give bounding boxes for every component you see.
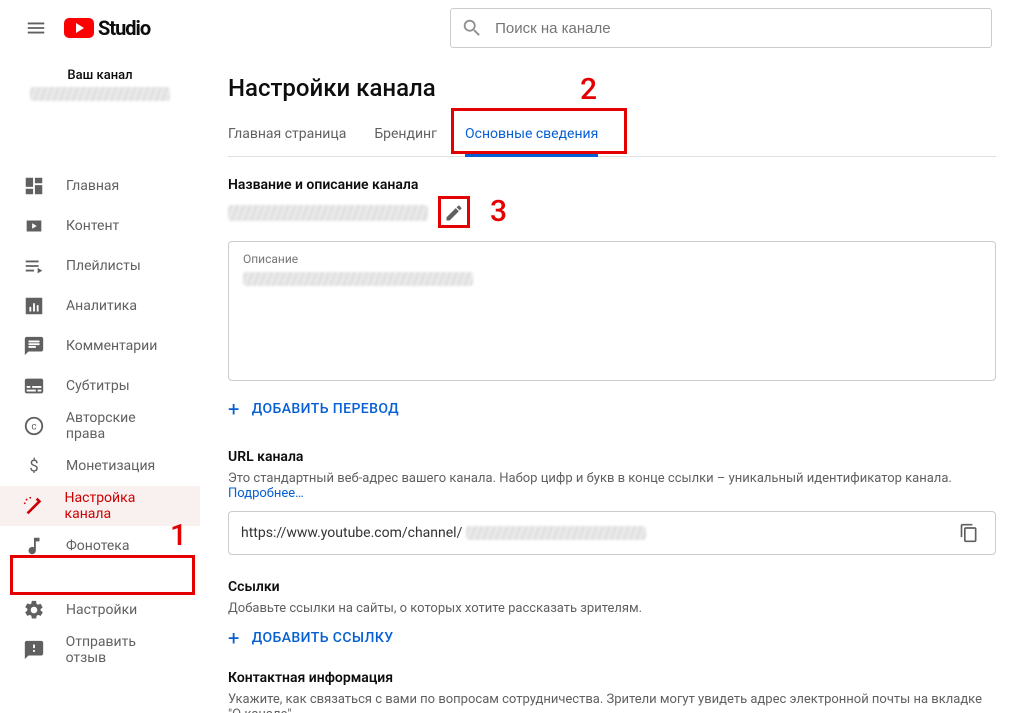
- content-icon: [22, 214, 46, 238]
- sidebar-item-playlists[interactable]: Плейлисты: [0, 246, 200, 286]
- sidebar-item-settings[interactable]: Настройки: [0, 590, 200, 630]
- sidebar-item-label: Плейлисты: [66, 258, 141, 274]
- settings-icon: [22, 598, 46, 622]
- channel-label: Ваш канал: [0, 68, 200, 83]
- logo-text: Studio: [98, 16, 150, 40]
- channel-url-box: https://www.youtube.com/channel/: [228, 511, 996, 555]
- links-section-title: Ссылки: [228, 579, 996, 595]
- learn-more-link[interactable]: Подробнее…: [228, 486, 304, 501]
- tab-branding[interactable]: Брендинг: [374, 116, 437, 156]
- page-title: Настройки канала: [228, 74, 996, 102]
- description-redacted: [243, 272, 473, 286]
- monetization-icon: $: [22, 454, 46, 478]
- svg-text:c: c: [31, 422, 36, 433]
- tab-layout[interactable]: Главная страница: [228, 116, 346, 156]
- sidebar-item-label: Комментарии: [66, 338, 157, 354]
- channel-name-redacted: [228, 205, 428, 221]
- sidebar-item-label: Монетизация: [66, 458, 155, 474]
- sidebar-item-audio-library[interactable]: Фонотека: [0, 526, 200, 566]
- links-subtext: Добавьте ссылки на сайты, о которых хоти…: [228, 601, 996, 616]
- comments-icon: [22, 334, 46, 358]
- url-section-title: URL канала: [228, 449, 996, 465]
- links-section: Ссылки Добавьте ссылки на сайты, о котор…: [228, 579, 996, 650]
- channel-name-redacted: [30, 87, 170, 101]
- add-translation-button[interactable]: + ДОБАВИТЬ ПЕРЕВОД: [228, 397, 996, 421]
- sidebar-item-label: Авторские права: [66, 410, 178, 442]
- youtube-play-icon: [64, 18, 94, 38]
- url-subtext: Это стандартный веб-адрес вашего канала.…: [228, 471, 996, 501]
- channel-url-redacted: [466, 526, 646, 540]
- channel-url-prefix: https://www.youtube.com/channel/: [241, 525, 462, 541]
- sidebar: Ваш канал Главная Контент Плейлисты Анал…: [0, 56, 200, 713]
- channel-header: Ваш канал: [0, 56, 200, 101]
- sidebar-item-analytics[interactable]: Аналитика: [0, 286, 200, 326]
- sidebar-item-content[interactable]: Контент: [0, 206, 200, 246]
- pencil-icon: [444, 203, 464, 223]
- svg-text:$: $: [29, 458, 38, 477]
- sidebar-item-label: Контент: [66, 218, 119, 234]
- description-box[interactable]: Описание: [228, 241, 996, 381]
- audio-icon: [22, 534, 46, 558]
- url-section: URL канала Это стандартный веб-адрес ваш…: [228, 449, 996, 555]
- sidebar-item-copyright[interactable]: c Авторские права: [0, 406, 200, 446]
- search-input[interactable]: [495, 20, 981, 37]
- subtitles-icon: [22, 374, 46, 398]
- tab-basic-info[interactable]: Основные сведения: [465, 116, 598, 156]
- name-description-section: Название и описание канала Описание + ДО…: [228, 177, 996, 421]
- contact-section: Контактная информация Укажите, как связа…: [228, 670, 996, 713]
- sidebar-item-customization[interactable]: Настройка канала: [0, 486, 200, 526]
- sidebar-item-dashboard[interactable]: Главная: [0, 166, 200, 206]
- hamburger-icon: [25, 17, 47, 39]
- sidebar-item-label: Настройки: [66, 602, 137, 618]
- analytics-icon: [22, 294, 46, 318]
- sidebar-item-feedback[interactable]: Отправить отзыв: [0, 630, 200, 670]
- sidebar-item-label: Настройка канала: [65, 490, 178, 522]
- sidebar-item-comments[interactable]: Комментарии: [0, 326, 200, 366]
- sidebar-item-label: Отправить отзыв: [66, 634, 178, 666]
- plus-icon: +: [228, 626, 240, 650]
- copy-url-button[interactable]: [955, 519, 983, 547]
- search-box[interactable]: [450, 8, 992, 48]
- edit-name-button[interactable]: [440, 199, 468, 227]
- description-label: Описание: [243, 252, 981, 266]
- contact-section-title: Контактная информация: [228, 670, 996, 686]
- playlists-icon: [22, 254, 46, 278]
- search-icon: [461, 17, 483, 39]
- sidebar-item-label: Субтитры: [66, 378, 130, 394]
- copy-icon: [959, 523, 979, 543]
- add-translation-label: ДОБАВИТЬ ПЕРЕВОД: [252, 401, 399, 417]
- copyright-icon: c: [22, 414, 46, 438]
- youtube-studio-logo[interactable]: Studio: [64, 16, 150, 40]
- customize-icon: [22, 494, 45, 518]
- sidebar-item-monetization[interactable]: $ Монетизация: [0, 446, 200, 486]
- contact-subtext: Укажите, как связаться с вами по вопроса…: [228, 692, 996, 713]
- main-content: Настройки канала Главная страница Бренди…: [200, 56, 1024, 713]
- dashboard-icon: [22, 174, 46, 198]
- add-link-button[interactable]: + ДОБАВИТЬ ССЫЛКУ: [228, 626, 996, 650]
- add-link-label: ДОБАВИТЬ ССЫЛКУ: [252, 630, 394, 646]
- plus-icon: +: [228, 397, 240, 421]
- sidebar-item-subtitles[interactable]: Субтитры: [0, 366, 200, 406]
- sidebar-item-label: Аналитика: [66, 298, 137, 314]
- menu-button[interactable]: [16, 8, 56, 48]
- sidebar-item-label: Главная: [66, 178, 119, 194]
- tabs: Главная страница Брендинг Основные сведе…: [228, 116, 996, 157]
- sidebar-item-label: Фонотека: [66, 538, 130, 554]
- feedback-icon: [22, 638, 46, 662]
- name-section-title: Название и описание канала: [228, 177, 996, 193]
